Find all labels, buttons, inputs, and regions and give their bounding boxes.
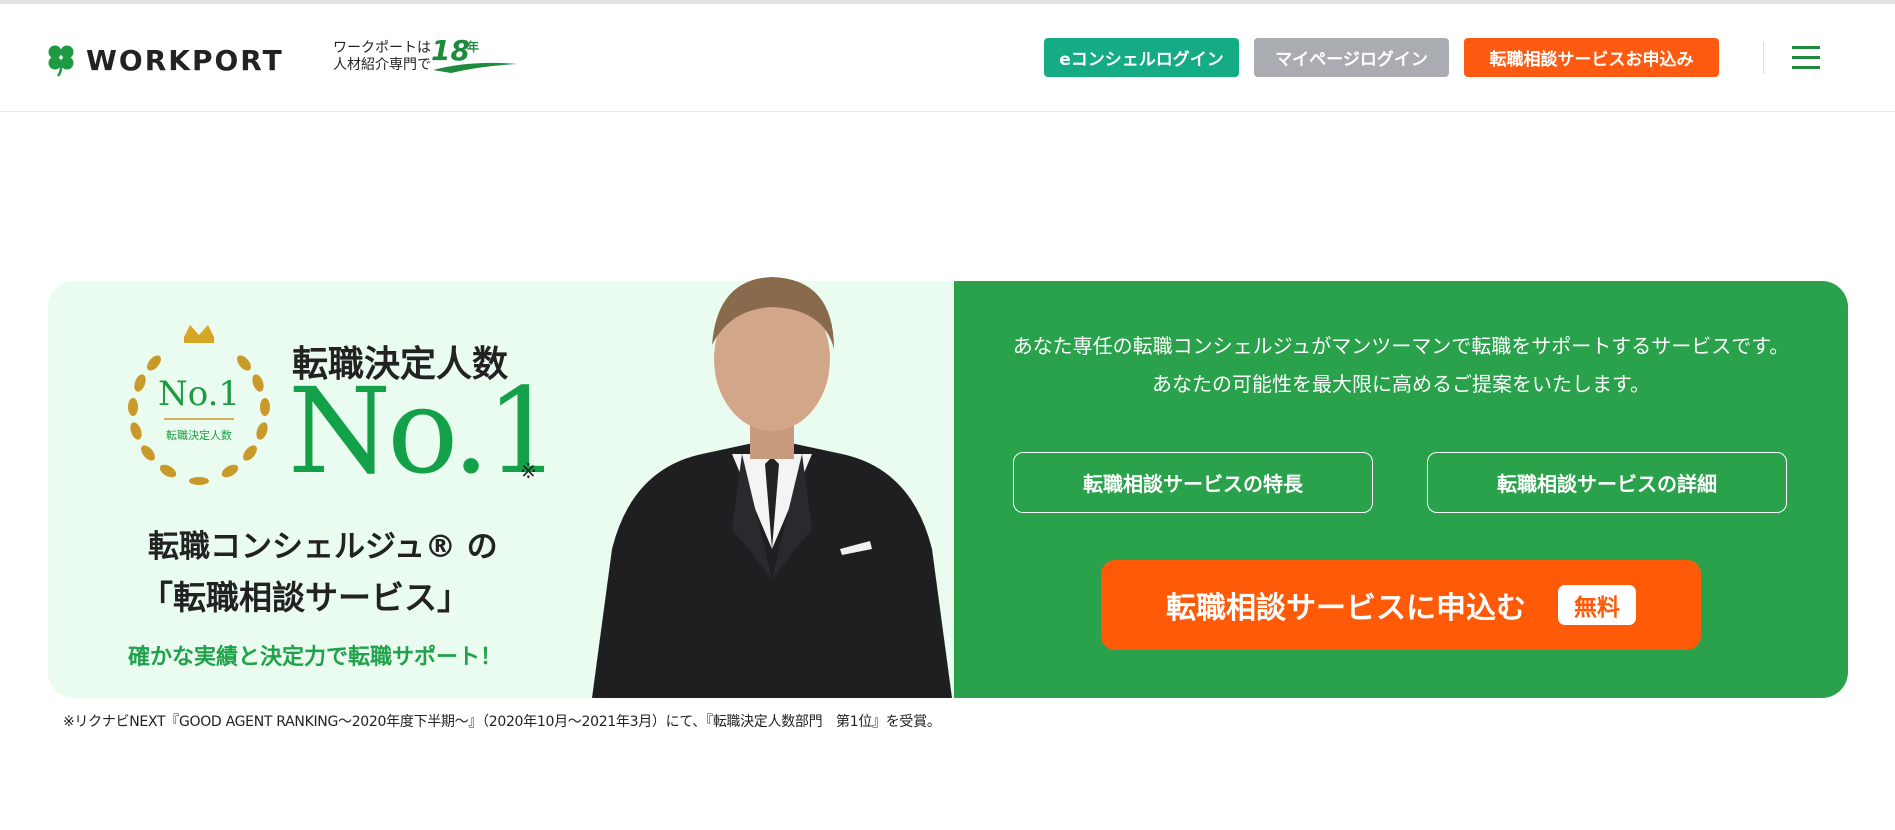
badge-main-text: No.1 bbox=[158, 374, 240, 414]
badge-sub-text: 転職決定人数 bbox=[166, 428, 232, 442]
mypage-login-button[interactable]: マイページログイン bbox=[1254, 38, 1449, 77]
cta-label: 転職相談サービスに申込む bbox=[1166, 591, 1526, 626]
service-details-button[interactable]: 転職相談サービスの詳細 bbox=[1427, 452, 1787, 513]
tagline-line1: ワークポートは bbox=[333, 40, 431, 56]
service-description: あなた専任の転職コンシェルジュがマンツーマンで転職をサポートするサービスです。 … bbox=[954, 327, 1848, 403]
hero-asterisk: ※ bbox=[520, 459, 537, 483]
ranking-footnote: ※リクナビNEXT『GOOD AGENT RANKING～2020年度下半期～』… bbox=[63, 714, 941, 730]
site-header: WORKPORT ワークポートは 人材紹介専門で 18 年 eコンシェルログイン… bbox=[0, 4, 1895, 112]
hero-line1: 転職コンシェルジュ® の bbox=[148, 529, 498, 565]
workport-logo[interactable]: WORKPORT bbox=[46, 40, 284, 80]
years-unit: 年 bbox=[467, 40, 480, 54]
free-badge: 無料 bbox=[1558, 585, 1636, 625]
years-badge: 18 年 bbox=[431, 34, 519, 76]
apply-service-button[interactable]: 転職相談サービスお申込み bbox=[1464, 38, 1719, 77]
laurel-wreath-badge: No.1 転職決定人数 bbox=[128, 325, 270, 485]
spokesperson-photo bbox=[592, 277, 952, 698]
hero-line2: 「転職相談サービス」 bbox=[140, 578, 470, 617]
hero-banner: No.1 転職決定人数 転職決定人数 No.1 ※ 転職コンシェルジュ® の 「… bbox=[48, 277, 1848, 698]
service-features-button[interactable]: 転職相談サービスの特長 bbox=[1013, 452, 1373, 513]
tagline-text: ワークポートは 人材紹介専門で bbox=[333, 40, 431, 74]
hero-line3: 確かな実績と決定力で転職サポート！ bbox=[128, 645, 503, 670]
clover-icon bbox=[48, 45, 74, 77]
econcierge-login-button[interactable]: eコンシェルログイン bbox=[1044, 38, 1239, 77]
hero-right-panel: あなた専任の転職コンシェルジュがマンツーマンで転職をサポートするサービスです。 … bbox=[954, 281, 1848, 698]
swoosh-icon bbox=[433, 62, 517, 73]
hamburger-menu-icon[interactable] bbox=[1792, 46, 1820, 70]
hero-no1: No.1 bbox=[288, 362, 561, 500]
logo-text: WORKPORT bbox=[86, 43, 284, 77]
apply-cta-button[interactable]: 転職相談サービスに申込む 無料 bbox=[1101, 560, 1701, 650]
header-divider bbox=[1763, 42, 1764, 74]
description-line2: あなたの可能性を最大限に高めるご提案をいたします。 bbox=[1152, 372, 1650, 396]
tagline-line2: 人材紹介専門で bbox=[333, 57, 431, 73]
description-line1: あなた専任の転職コンシェルジュがマンツーマンで転職をサポートするサービスです。 bbox=[1012, 334, 1790, 358]
